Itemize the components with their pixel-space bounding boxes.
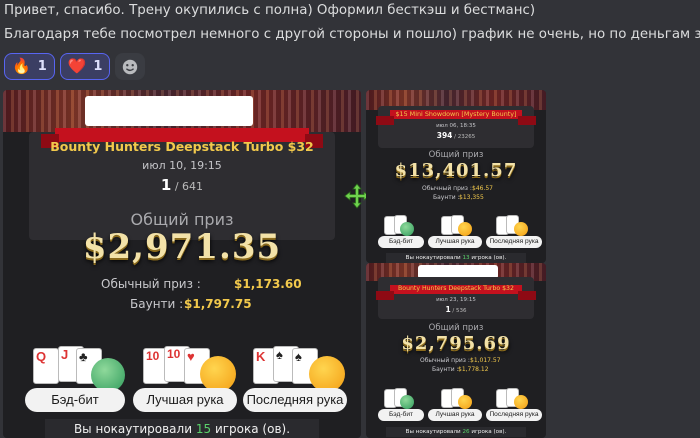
footer-suffix: игрока (ов). bbox=[471, 429, 507, 435]
reaction-heart[interactable]: ❤️ 1 bbox=[59, 53, 111, 80]
emoji-face-icon bbox=[200, 356, 236, 392]
emoji-face-icon bbox=[458, 395, 472, 409]
knockout-count: 15 bbox=[195, 422, 212, 436]
badge-last-hand[interactable]: Последняя рука bbox=[486, 236, 542, 248]
regular-prize-label: Обычный приз : bbox=[422, 185, 472, 192]
place-total: / 23265 bbox=[454, 134, 476, 140]
knockout-footer: Вы нокаутировали 26 игрока (ов). bbox=[386, 427, 526, 437]
bounty-label: Баунти : bbox=[130, 297, 184, 311]
knockout-footer: Вы нокаутировали 13 игрока (ов). bbox=[386, 253, 526, 263]
badge-best-hand[interactable]: Лучшая рука bbox=[133, 388, 237, 412]
emoji-face-icon bbox=[91, 358, 125, 392]
tournament-date: июл 23, 19:15 bbox=[436, 297, 476, 303]
finish-position: 1 / 641 bbox=[3, 176, 361, 194]
bounty-label: Баунти : bbox=[432, 366, 459, 373]
bounty-value: $1,797.75 bbox=[184, 297, 252, 311]
prize-value: $2,795.69 bbox=[401, 333, 511, 354]
prize-label: Общий приз bbox=[428, 150, 484, 160]
bounty-value: $1,778.12 bbox=[458, 366, 489, 373]
knockout-footer: Вы нокаутировали 15 игрока (ов). bbox=[45, 419, 319, 438]
prize-label: Общий приз bbox=[428, 323, 484, 333]
emoji-face-icon bbox=[458, 222, 472, 236]
message-line-1: Привет, спасибо. Трену окупились с полна… bbox=[4, 3, 536, 18]
tournament-date: июл 10, 19:15 bbox=[142, 159, 222, 172]
badge-bad-beat[interactable]: Бэд-бит bbox=[378, 409, 424, 421]
emoji-face-icon bbox=[400, 395, 414, 409]
tournament-card-top-right[interactable]: $15 Mini Showdown [Mystery Bounty] июл 0… bbox=[366, 90, 546, 263]
knockout-count: 13 bbox=[462, 255, 470, 261]
regular-prize-value: $1,017.57 bbox=[470, 357, 501, 364]
prize-value: $13,401.57 bbox=[394, 160, 518, 181]
badge-bad-beat[interactable]: Бэд-бит bbox=[25, 388, 125, 412]
footer-suffix: игрока (ов). bbox=[471, 255, 507, 261]
knockout-count: 26 bbox=[462, 429, 470, 435]
redacted-logo bbox=[85, 96, 253, 126]
fire-emoji-icon: 🔥 bbox=[12, 57, 31, 75]
badge-last-hand[interactable]: Последняя рука bbox=[486, 409, 542, 421]
finish-position: 394 / 23265 bbox=[366, 131, 546, 140]
footer-text: Вы нокаутировали bbox=[73, 422, 193, 436]
regular-prize-value: $46.57 bbox=[472, 185, 493, 192]
bounty-value: $13,355 bbox=[459, 194, 484, 201]
tournament-card-main[interactable]: Bounty Hunters Deepstack Turbo $32 июл 1… bbox=[3, 90, 361, 438]
regular-prize-value: $1,173.60 bbox=[234, 277, 302, 291]
reaction-count: 1 bbox=[37, 59, 47, 74]
badge-last-hand[interactable]: Последняя рука bbox=[243, 388, 347, 412]
place-number: 1 bbox=[445, 305, 451, 314]
add-reaction-icon bbox=[123, 59, 138, 74]
tournament-date: июл 06, 18:35 bbox=[436, 123, 476, 129]
prize-value: $2,971.35 bbox=[82, 227, 282, 267]
finish-position: 1 / 536 bbox=[366, 305, 546, 314]
add-reaction-button[interactable] bbox=[115, 53, 146, 80]
tournament-title: Bounty Hunters Deepstack Turbo $32 bbox=[398, 285, 514, 292]
place-total: / 536 bbox=[452, 308, 467, 314]
reaction-count: 1 bbox=[93, 59, 103, 74]
message-line-2: Благодаря тебе посмотрел немного с друго… bbox=[4, 27, 700, 42]
heart-emoji-icon: ❤️ bbox=[67, 57, 87, 75]
place-number: 394 bbox=[436, 131, 453, 140]
tournament-title: $15 Mini Showdown [Mystery Bounty] bbox=[395, 110, 517, 118]
place-total: / 641 bbox=[174, 180, 204, 193]
tournament-card-bottom-right[interactable]: Bounty Hunters Deepstack Turbo $32 июл 2… bbox=[366, 263, 546, 438]
footer-suffix: игрока (ов). bbox=[214, 422, 291, 436]
reaction-fire[interactable]: 🔥 1 bbox=[4, 53, 55, 80]
emoji-face-icon bbox=[514, 222, 528, 236]
place-number: 1 bbox=[160, 176, 172, 194]
regular-prize-label: Обычный приз : bbox=[420, 357, 470, 364]
badge-best-hand[interactable]: Лучшая рука bbox=[428, 409, 482, 421]
tournament-title: Bounty Hunters Deepstack Turbo $32 bbox=[50, 139, 314, 154]
playing-card-icon: Q bbox=[33, 348, 59, 384]
bounty-label: Баунти : bbox=[433, 194, 460, 201]
reactions-bar: 🔥 1 ❤️ 1 bbox=[4, 53, 146, 80]
footer-text: Вы нокаутировали bbox=[405, 255, 461, 261]
emoji-face-icon bbox=[309, 356, 345, 392]
badge-best-hand[interactable]: Лучшая рука bbox=[428, 236, 482, 248]
footer-text: Вы нокаутировали bbox=[405, 429, 461, 435]
emoji-face-icon bbox=[400, 222, 414, 236]
regular-prize-label: Обычный приз : bbox=[101, 277, 201, 291]
emoji-face-icon bbox=[514, 395, 528, 409]
badge-bad-beat[interactable]: Бэд-бит bbox=[378, 236, 424, 248]
